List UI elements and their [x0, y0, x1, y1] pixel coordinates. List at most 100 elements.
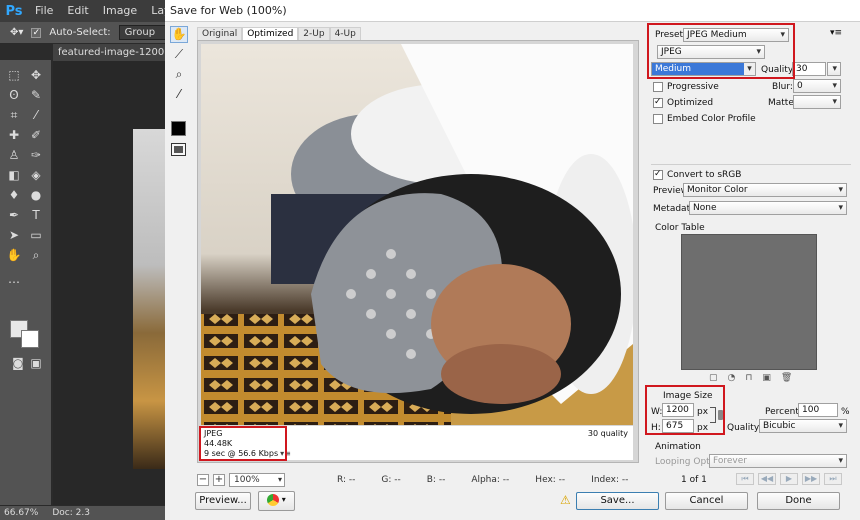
resample-quality-dropdown[interactable]: Bicubic — [759, 419, 847, 433]
last-frame-icon[interactable]: ⏭ — [824, 473, 842, 485]
lasso-tool-icon[interactable]: ʘ — [6, 88, 22, 102]
done-button[interactable]: Done — [757, 492, 840, 510]
slice-select-icon[interactable]: ⟋ — [170, 46, 188, 63]
save-button[interactable]: Save... — [576, 492, 659, 510]
delete-color-icon[interactable]: 🗑 — [781, 373, 792, 383]
highlight-box-preset — [647, 23, 795, 79]
blur-tool-icon[interactable]: ♦ — [6, 188, 22, 202]
quick-mask-icon[interactable]: ◙ — [10, 356, 26, 370]
quality-slider-button[interactable] — [827, 62, 841, 76]
move-tool-icon[interactable]: ✥ — [28, 68, 44, 82]
hand-tool-icon[interactable]: ✋ — [6, 248, 22, 262]
screen-mode-icon[interactable]: ▣ — [28, 356, 44, 370]
blur-dropdown[interactable]: 0 — [793, 79, 841, 93]
save-for-web-dialog: Save for Web (100%) ✋ ⟋ ⌕ ⁄ Original Opt… — [165, 0, 860, 520]
brush-tool-icon[interactable]: ✐ — [28, 128, 44, 142]
healing-brush-icon[interactable]: ✚ — [6, 128, 22, 142]
preview-dropdown[interactable]: Monitor Color — [683, 183, 847, 197]
web-shift-icon[interactable]: ◔ — [728, 373, 736, 383]
animation-title: Animation — [655, 442, 701, 452]
tab-original[interactable]: Original — [197, 27, 243, 40]
first-frame-icon[interactable]: ⏮ — [736, 473, 754, 485]
lock-color-icon[interactable]: ⊓ — [745, 373, 752, 383]
settings-panel: Preset: JPEG Medium ▾≡ JPEG Medium Quali… — [645, 23, 857, 485]
zoom-level-dropdown[interactable]: 100% — [229, 472, 285, 487]
auto-select-checkbox[interactable] — [31, 27, 42, 38]
previous-frame-icon[interactable]: ◀◀ — [758, 473, 776, 485]
highlight-box-file-info — [199, 426, 287, 461]
embed-profile-checkbox[interactable] — [653, 114, 663, 124]
status-doc-size: Doc: 2.3 — [52, 508, 90, 518]
clone-stamp-icon[interactable]: ♙ — [6, 148, 22, 162]
zoom-in-button[interactable]: + — [213, 473, 225, 486]
preview-button[interactable]: Preview... — [195, 492, 251, 510]
menu-edit[interactable]: Edit — [60, 0, 95, 22]
auto-select-group-dropdown[interactable]: Group — [118, 25, 171, 40]
play-icon[interactable]: ▶ — [780, 473, 798, 485]
color-table-actions: ▢ ◔ ⊓ ▣ 🗑 — [709, 373, 792, 383]
move-tool-icon[interactable]: ✥▾ — [10, 27, 23, 38]
eyedropper-color-swatch[interactable] — [171, 121, 186, 136]
history-brush-icon[interactable]: ✑ — [28, 148, 44, 162]
view-tabs: Original Optimized 2-Up 4-Up — [197, 27, 361, 40]
tab-2-up[interactable]: 2-Up — [298, 27, 330, 40]
dialog-tools: ✋ ⟋ ⌕ ⁄ — [168, 26, 190, 156]
photoshop-logo: Ps — [5, 3, 23, 19]
quick-select-icon[interactable]: ✎ — [28, 88, 44, 102]
eyedropper-tool-icon[interactable]: ⁄ — [28, 108, 44, 122]
progressive-checkbox[interactable] — [653, 82, 663, 92]
readout-index: Index: -- — [591, 474, 629, 485]
tab-optimized[interactable]: Optimized — [242, 27, 299, 40]
metadata-dropdown[interactable]: None — [689, 201, 847, 215]
convert-srgb-checkbox[interactable] — [653, 169, 663, 180]
matte-dropdown[interactable] — [793, 95, 841, 109]
optimized-checkbox[interactable] — [653, 97, 663, 108]
readout-b: B: -- — [426, 474, 446, 485]
paint-bucket-icon[interactable]: ◈ — [28, 168, 44, 182]
crop-tool-icon[interactable]: ⌗ — [6, 108, 22, 122]
chevron-down-icon: ▾ — [279, 495, 286, 504]
looping-dropdown[interactable]: Forever — [709, 454, 847, 468]
new-color-icon[interactable]: ▣ — [762, 373, 771, 383]
readout-g: G: -- — [381, 474, 401, 485]
zoom-tool-icon[interactable]: ⌕ — [28, 248, 44, 262]
ellipsis-icon[interactable]: … — [6, 272, 22, 286]
toggle-slices-icon[interactable] — [171, 143, 186, 156]
map-transparency-icon[interactable]: ▢ — [709, 373, 718, 383]
menu-file[interactable]: File — [28, 0, 60, 22]
progressive-label: Progressive — [667, 82, 719, 92]
hand-tool-icon[interactable]: ✋ — [170, 26, 188, 43]
percent-unit: % — [841, 407, 850, 417]
status-bar: 66.67% Doc: 2.3 — [0, 505, 165, 520]
browser-select-button[interactable]: ▾ — [258, 491, 295, 511]
resample-quality-label: Quality: — [727, 423, 762, 433]
zoom-tool-icon[interactable]: ⌕ — [170, 66, 188, 83]
blur-label: Blur: — [772, 82, 793, 92]
path-select-icon[interactable]: ➤ — [6, 228, 22, 242]
dodge-tool-icon[interactable]: ● — [28, 188, 44, 202]
status-zoom: 66.67% — [4, 508, 39, 518]
eraser-tool-icon[interactable]: ◧ — [6, 168, 22, 182]
panel-menu-icon[interactable]: ▾≡ — [830, 28, 842, 38]
color-table[interactable] — [681, 234, 817, 370]
optimized-preview-image[interactable] — [201, 44, 633, 425]
readout-alpha: Alpha: -- — [471, 474, 510, 485]
percent-input[interactable]: 100 — [798, 403, 838, 417]
background-color-swatch[interactable] — [21, 330, 39, 348]
document-tab[interactable]: featured-image-1200.psd @ — [53, 44, 165, 61]
warning-icon: ⚠ — [560, 493, 571, 507]
convert-srgb-label: Convert to sRGB — [667, 170, 742, 180]
eyedropper-tool-icon[interactable]: ⁄ — [170, 86, 188, 103]
pen-tool-icon[interactable]: ✒ — [6, 208, 22, 222]
next-frame-icon[interactable]: ▶▶ — [802, 473, 820, 485]
zoom-out-button[interactable]: − — [197, 473, 209, 486]
shape-tool-icon[interactable]: ▭ — [28, 228, 44, 242]
dialog-button-row: Preview... ▾ ⚠ Save... Cancel Done — [165, 488, 860, 516]
document-canvas — [53, 61, 165, 505]
type-tool-icon[interactable]: T — [28, 208, 44, 222]
marquee-tool-icon[interactable]: ⬚ — [6, 68, 22, 82]
tab-4-up[interactable]: 4-Up — [329, 27, 361, 40]
cancel-button[interactable]: Cancel — [665, 492, 748, 510]
quality-input[interactable]: 30 — [792, 62, 826, 76]
menu-image[interactable]: Image — [96, 0, 144, 22]
